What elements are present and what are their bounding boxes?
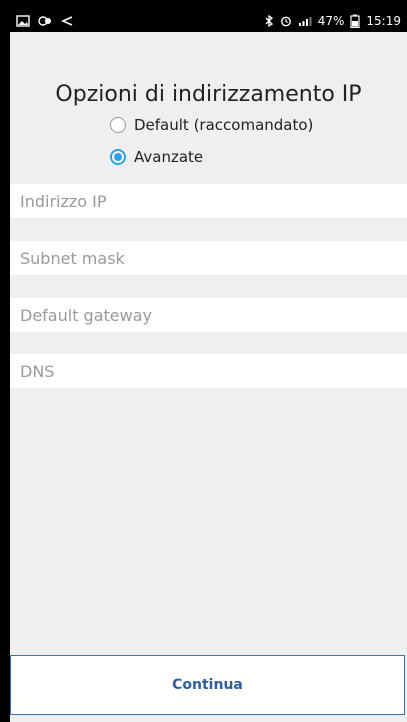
option-default-label: Default (raccomandato) [134, 116, 314, 134]
status-left [10, 15, 74, 27]
status-right: 47% 15:19 [264, 14, 407, 28]
alarm-icon [280, 15, 292, 27]
image-icon [16, 15, 30, 27]
back-arrow-icon [60, 15, 74, 27]
radio-advanced[interactable] [110, 149, 126, 165]
page-title: Opzioni di indirizzamento IP [55, 82, 362, 107]
signal-icon [298, 15, 312, 27]
subnet-mask-field[interactable] [10, 241, 407, 275]
device-frame: 47% 15:19 Opzioni di indirizzamento IP D… [0, 0, 407, 722]
app-screen: Opzioni di indirizzamento IP Default (ra… [10, 32, 407, 722]
battery-percent: 47% [317, 14, 345, 28]
continue-button[interactable]: Continua [10, 655, 405, 715]
dns-field[interactable] [10, 354, 407, 388]
option-advanced-label: Avanzate [134, 148, 204, 166]
radio-default[interactable] [110, 117, 126, 133]
notification-icon [38, 15, 52, 27]
battery-icon [350, 14, 361, 28]
radio-selected-dot [114, 153, 122, 161]
ip-address-field[interactable] [10, 184, 407, 218]
option-advanced[interactable]: Avanzate [110, 148, 203, 166]
default-gateway-field[interactable] [10, 298, 407, 332]
bluetooth-icon [264, 15, 274, 27]
option-default[interactable]: Default (raccomandato) [110, 116, 313, 134]
clock-time: 15:19 [366, 14, 401, 28]
status-bar: 47% 15:19 [10, 10, 407, 32]
